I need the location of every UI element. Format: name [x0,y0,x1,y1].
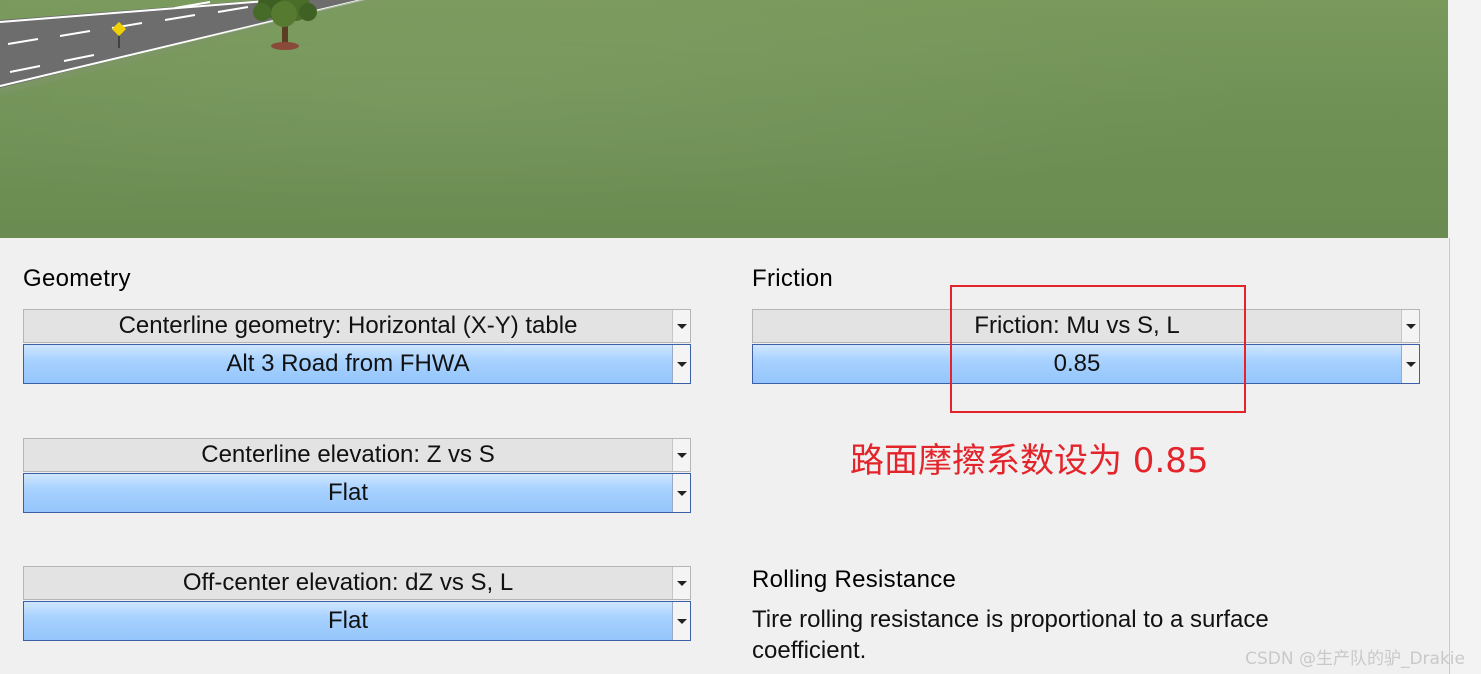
offcenter-elevation-header-label: Off-center elevation: dZ vs S, L [182,569,514,596]
chevron-down-icon[interactable] [672,345,690,383]
chevron-down-icon[interactable] [1401,310,1419,342]
chevron-down-icon[interactable] [672,602,690,640]
centerline-geometry-header-label: Centerline geometry: Horizontal (X-Y) ta… [118,312,578,339]
offcenter-elevation-header[interactable]: Off-center elevation: dZ vs S, L [23,566,691,600]
chevron-down-icon[interactable] [1401,345,1419,383]
centerline-elevation-value[interactable]: Flat [23,473,691,513]
divider [1449,238,1450,674]
chevron-down-icon[interactable] [672,567,690,599]
3d-scene-viewport[interactable] [0,0,1448,238]
centerline-elevation-header[interactable]: Centerline elevation: Z vs S [23,438,691,472]
window-edge [1448,0,1481,674]
watermark: CSDN @生产队的驴_Drakie [1245,649,1465,669]
offcenter-elevation-value[interactable]: Flat [23,601,691,641]
friction-title: Friction [752,265,834,292]
chevron-down-icon[interactable] [672,439,690,471]
chevron-down-icon[interactable] [672,310,690,342]
centerline-geometry-dropdown[interactable]: Centerline geometry: Horizontal (X-Y) ta… [23,309,691,384]
chevron-down-icon[interactable] [672,474,690,512]
centerline-geometry-value[interactable]: Alt 3 Road from FHWA [23,344,691,384]
centerline-elevation-dropdown[interactable]: Centerline elevation: Z vs S Flat [23,438,691,513]
offcenter-elevation-dropdown[interactable]: Off-center elevation: dZ vs S, L Flat [23,566,691,641]
centerline-elevation-value-label: Flat [327,479,368,506]
centerline-elevation-header-label: Centerline elevation: Z vs S [201,441,495,468]
centerline-geometry-value-label: Alt 3 Road from FHWA [226,350,470,377]
scene-graphics [0,0,376,95]
geometry-title: Geometry [23,265,131,292]
centerline-geometry-header[interactable]: Centerline geometry: Horizontal (X-Y) ta… [23,309,691,343]
annotation-text: 路面摩擦系数设为 0.85 [850,441,1209,481]
rolling-resistance-title: Rolling Resistance [752,566,957,593]
annotation-highlight-box [950,285,1246,413]
offcenter-elevation-value-label: Flat [327,607,368,634]
